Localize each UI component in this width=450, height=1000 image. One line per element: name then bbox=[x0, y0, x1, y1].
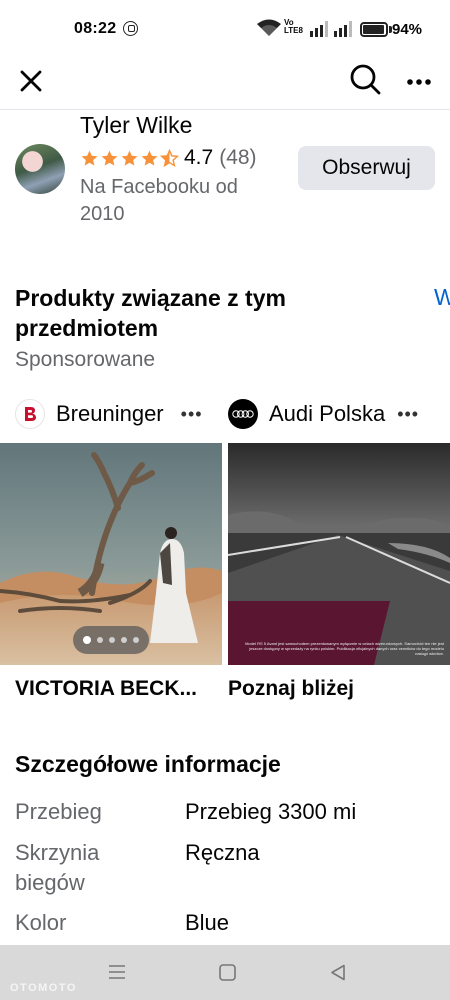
star-half-icon bbox=[160, 148, 179, 167]
see-all-link[interactable]: W bbox=[434, 284, 450, 311]
follow-button[interactable]: Obserwuj bbox=[298, 146, 435, 190]
battery-percent: 94% bbox=[392, 21, 423, 38]
home-icon[interactable] bbox=[219, 964, 236, 981]
carousel-dot bbox=[97, 637, 103, 643]
battery-level bbox=[363, 25, 384, 34]
star-icon bbox=[121, 150, 138, 166]
detail-label-color: Kolor bbox=[15, 910, 67, 935]
wifi-icon bbox=[257, 19, 281, 36]
top-nav bbox=[0, 58, 450, 110]
detail-label-transmission: Skrzynia biegów bbox=[15, 840, 100, 895]
status-bar: 08:22 Vo LTE8 94% bbox=[0, 0, 450, 58]
seller-section: Tyler Wilke 4.7 (48) Na Facebooku od 201… bbox=[0, 110, 450, 240]
audi-logo-icon bbox=[228, 399, 258, 429]
advertiser-name: Audi Polska bbox=[269, 401, 386, 426]
ad-disclaimer: Model RS 5 Avant jest samochodem prezent… bbox=[245, 641, 444, 656]
rating-value: 4.7 bbox=[184, 146, 214, 169]
back-icon[interactable] bbox=[330, 964, 346, 981]
carousel-dot bbox=[109, 637, 115, 643]
related-products-title: Produkty związane z tym przedmiotem bbox=[15, 285, 286, 341]
road-photo: Model RS 5 Avant jest samochodem prezent… bbox=[228, 443, 450, 665]
seller-since: Na Facebooku od 2010 bbox=[80, 176, 238, 225]
detail-value-transmission: Ręczna bbox=[185, 840, 260, 865]
star-icon bbox=[101, 150, 118, 166]
seller-name[interactable]: Tyler Wilke bbox=[80, 110, 192, 140]
star-icon bbox=[141, 150, 158, 166]
seller-avatar[interactable] bbox=[15, 144, 65, 194]
more-options-icon[interactable]: ••• bbox=[397, 404, 419, 425]
watermark-otomoto: OTOMOTO bbox=[10, 982, 77, 994]
network-lte-label: LTE8 bbox=[284, 26, 303, 35]
search-icon[interactable] bbox=[348, 62, 382, 96]
carousel-indicator bbox=[73, 626, 149, 654]
close-icon[interactable] bbox=[16, 66, 46, 96]
more-options-icon[interactable] bbox=[404, 66, 434, 96]
whatsapp-icon bbox=[123, 21, 138, 36]
carousel-dot bbox=[83, 636, 91, 644]
seller-rating[interactable]: 4.7 (48) bbox=[80, 146, 257, 170]
product-title-audi[interactable]: Poznaj bliżej bbox=[228, 677, 438, 701]
advertiser-name: Breuninger bbox=[56, 401, 164, 426]
detail-label-mileage: Przebieg bbox=[15, 799, 102, 824]
signal-icon bbox=[310, 21, 352, 37]
detail-value-mileage: Przebieg 3300 mi bbox=[185, 799, 357, 824]
product-title-breuninger[interactable]: VICTORIA BECK... bbox=[15, 677, 215, 701]
sponsored-label: Sponsorowane bbox=[15, 348, 156, 371]
network-type: Vo LTE8 bbox=[284, 19, 303, 35]
star-icon bbox=[81, 150, 98, 166]
product-image-breuninger[interactable] bbox=[0, 443, 222, 665]
carousel-dot bbox=[133, 637, 139, 643]
battery-icon bbox=[360, 22, 388, 37]
recent-apps-icon[interactable] bbox=[108, 964, 126, 980]
rating-count: (48) bbox=[219, 146, 257, 169]
detail-value-color: Blue bbox=[185, 910, 230, 935]
status-time: 08:22 bbox=[74, 20, 117, 37]
details-title: Szczegółowe informacje bbox=[15, 751, 281, 777]
carousel-dot bbox=[121, 637, 127, 643]
advertiser-header-breuninger[interactable]: Breuninger ••• bbox=[15, 396, 203, 432]
android-nav-bar: OTOMOTO bbox=[0, 945, 450, 1000]
breuninger-logo-icon bbox=[15, 399, 45, 429]
product-image-audi[interactable]: Model RS 5 Avant jest samochodem prezent… bbox=[228, 443, 450, 665]
more-options-icon[interactable]: ••• bbox=[181, 404, 203, 425]
advertiser-header-audi[interactable]: Audi Polska ••• bbox=[228, 396, 419, 432]
